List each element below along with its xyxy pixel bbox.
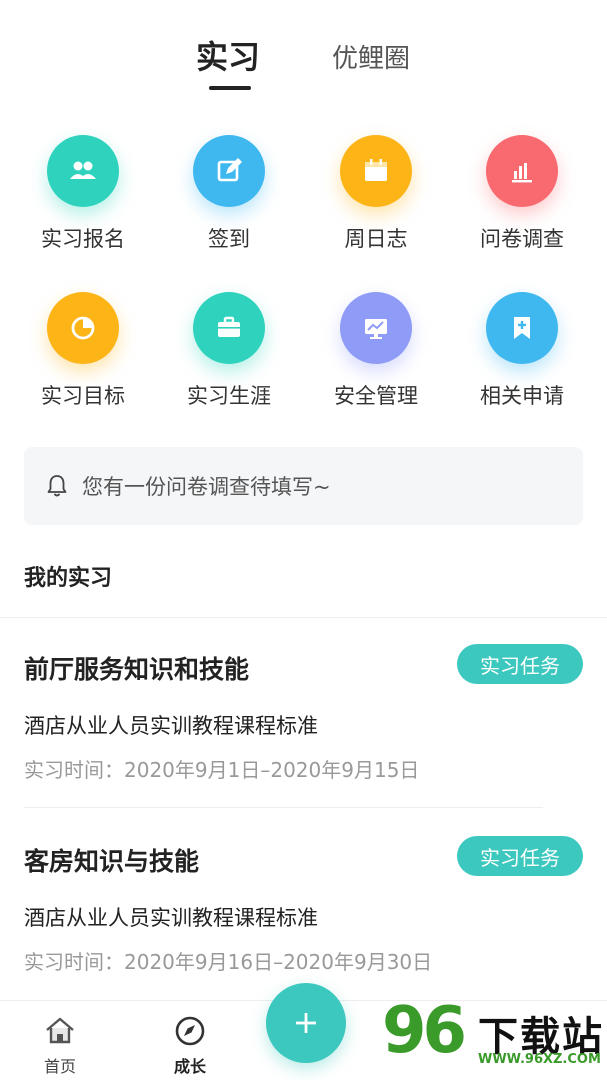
internship-card[interactable]: 客房知识与技能 实习任务 酒店从业人员实训教程课程标准 实习时间：2020年9月… [24, 836, 583, 975]
people-icon [47, 135, 119, 207]
top-tabs: 实习 优鲤圈 [0, 28, 607, 98]
grid-item-apply[interactable]: 实习报名 [10, 135, 156, 253]
card-subtitle: 酒店从业人员实训教程课程标准 [24, 906, 318, 930]
grid-item-career[interactable]: 实习生涯 [156, 292, 302, 410]
tab-internship[interactable]: 实习 [196, 32, 260, 78]
grid-item-checkin[interactable]: 签到 [156, 135, 302, 253]
time-value: 2020年9月16日–2020年9月30日 [124, 950, 433, 974]
bookmark-plus-icon [486, 292, 558, 364]
plus-icon [296, 1013, 316, 1033]
grid-item-goal[interactable]: 实习目标 [10, 292, 156, 410]
grid-label: 实习报名 [41, 227, 125, 251]
bell-icon [47, 475, 67, 497]
grid-item-weekly-log[interactable]: 周日志 [303, 135, 449, 253]
divider [24, 807, 543, 808]
edit-icon [193, 135, 265, 207]
watermark-logo: 96 下载站 WWW.96XZ.COM [382, 994, 604, 1078]
grid-label: 实习目标 [41, 384, 125, 408]
calendar-icon [340, 135, 412, 207]
grid-item-survey[interactable]: 问卷调查 [449, 135, 595, 253]
notice-text: 您有一份问卷调查待填写~ [82, 475, 331, 499]
active-tab-indicator [209, 86, 251, 90]
watermark-number: 96 [382, 994, 467, 1068]
grid-label: 签到 [208, 227, 250, 251]
card-time: 实习时间：2020年9月16日–2020年9月30日 [24, 946, 583, 975]
bar-chart-icon [486, 135, 558, 207]
task-badge-button[interactable]: 实习任务 [457, 836, 583, 876]
card-time: 实习时间：2020年9月1日–2020年9月15日 [24, 754, 583, 783]
nav-home[interactable]: 首页 [20, 1013, 100, 1077]
grid-label: 周日志 [344, 227, 408, 251]
internship-card[interactable]: 前厅服务知识和技能 实习任务 酒店从业人员实训教程课程标准 实习时间：2020年… [24, 644, 583, 783]
section-title: 我的实习 [24, 566, 113, 591]
nav-label: 成长 [173, 1057, 206, 1076]
grid-label: 相关申请 [480, 384, 564, 408]
add-button[interactable] [266, 983, 346, 1063]
survey-notice-bar[interactable]: 您有一份问卷调查待填写~ [24, 447, 583, 525]
tab-youli-circle[interactable]: 优鲤圈 [332, 38, 410, 75]
nav-growth[interactable]: 成长 [150, 1013, 230, 1077]
grid-label: 实习生涯 [187, 384, 271, 408]
time-value: 2020年9月1日–2020年9月15日 [124, 758, 420, 782]
grid-label: 安全管理 [334, 384, 418, 408]
briefcase-icon [193, 292, 265, 364]
home-icon [46, 1017, 74, 1044]
watermark-url: WWW.96XZ.COM [478, 1052, 601, 1067]
grid-item-application[interactable]: 相关申请 [449, 292, 595, 410]
nav-label: 首页 [43, 1057, 76, 1076]
grid-label: 问卷调查 [480, 227, 564, 251]
card-subtitle: 酒店从业人员实训教程课程标准 [24, 714, 318, 738]
time-label: 实习时间： [24, 950, 124, 974]
grid-item-safety[interactable]: 安全管理 [303, 292, 449, 410]
task-badge-button[interactable]: 实习任务 [457, 644, 583, 684]
pie-chart-icon [47, 292, 119, 364]
divider [0, 617, 607, 618]
time-label: 实习时间： [24, 758, 124, 782]
monitor-icon [340, 292, 412, 364]
compass-icon [175, 1016, 205, 1046]
